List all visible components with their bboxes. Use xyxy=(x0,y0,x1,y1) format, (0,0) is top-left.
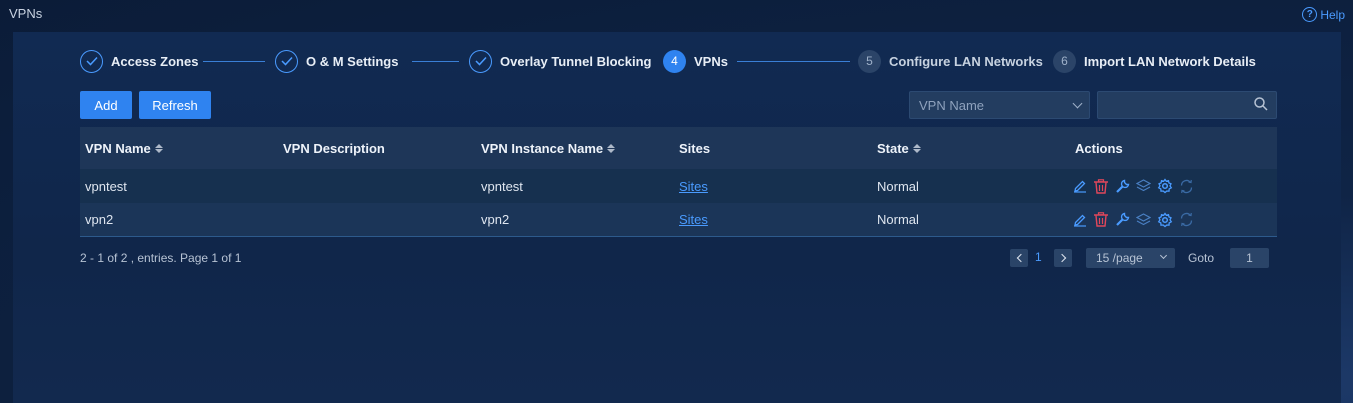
step-label: O & M Settings xyxy=(306,53,399,69)
header-label: State xyxy=(877,140,909,156)
header-label: Actions xyxy=(1075,140,1123,156)
step-access-zones[interactable]: Access Zones xyxy=(80,49,198,73)
search-field[interactable] xyxy=(1097,91,1277,119)
goto-page-input[interactable] xyxy=(1230,248,1269,268)
add-button[interactable]: Add xyxy=(80,91,132,119)
step-vpns[interactable]: 4 VPNs xyxy=(663,49,728,73)
table-header: VPN Name VPN Description VPN Instance Na… xyxy=(80,127,1277,169)
cell-vpn-name: vpn2 xyxy=(85,212,114,227)
header-label: VPN Name xyxy=(85,140,151,156)
header-label: Sites xyxy=(679,140,711,156)
row-actions xyxy=(1070,178,1268,194)
wizard-stepper: Access Zones O & M Settings Overlay Tunn… xyxy=(80,49,1280,73)
wrench-icon[interactable] xyxy=(1115,179,1130,194)
step-number: 5 xyxy=(858,49,881,73)
step-number: 6 xyxy=(1053,49,1076,73)
delete-icon[interactable] xyxy=(1093,212,1109,227)
step-connector xyxy=(737,61,850,62)
vpn-table: VPN Name VPN Description VPN Instance Na… xyxy=(80,127,1277,237)
cell-vpn-instance-name: vpn2 xyxy=(481,212,510,227)
wizard-panel: Access Zones O & M Settings Overlay Tunn… xyxy=(13,32,1341,403)
edit-icon[interactable] xyxy=(1073,213,1087,227)
step-om-settings[interactable]: O & M Settings xyxy=(275,49,398,73)
chevron-down-icon xyxy=(1159,251,1168,260)
column-header-vpn-description: VPN Description xyxy=(278,141,476,156)
table-row: vpn2 vpn2 Sites Normal xyxy=(80,203,1277,237)
column-header-sites: Sites xyxy=(674,141,872,156)
next-page-button[interactable] xyxy=(1054,249,1072,267)
step-connector xyxy=(412,61,459,62)
cell-vpn-name: vpntest xyxy=(85,178,127,194)
sort-icon[interactable] xyxy=(154,143,163,153)
check-icon xyxy=(469,49,492,73)
step-configure-lan-networks[interactable]: 5 Configure LAN Networks xyxy=(858,49,1045,73)
step-import-lan-network-details[interactable]: 6 Import LAN Network Details xyxy=(1053,49,1256,73)
gear-icon[interactable] xyxy=(1157,211,1173,228)
row-actions xyxy=(1070,211,1268,228)
sites-link[interactable]: Sites xyxy=(679,212,708,227)
pagination-summary: 2 - 1 of 2 , entries. Page 1 of 1 xyxy=(80,251,242,265)
help-icon: ? xyxy=(1302,7,1318,22)
help-link[interactable]: ? Help xyxy=(1302,7,1345,22)
chevron-left-icon xyxy=(1016,253,1025,263)
header-label: VPN Description xyxy=(283,140,385,156)
delete-icon[interactable] xyxy=(1093,178,1109,194)
check-icon xyxy=(80,49,103,73)
page-size-value: 15 /page xyxy=(1096,251,1143,265)
step-label: VPNs xyxy=(694,53,728,69)
chevron-down-icon xyxy=(1072,98,1083,109)
column-header-vpn-name[interactable]: VPN Name xyxy=(80,141,278,156)
step-label: Overlay Tunnel Blocking xyxy=(500,53,652,69)
step-overlay-tunnel-blocking[interactable]: Overlay Tunnel Blocking xyxy=(469,49,651,73)
column-header-actions: Actions xyxy=(1070,141,1268,156)
sites-link[interactable]: Sites xyxy=(679,179,708,194)
wrench-icon[interactable] xyxy=(1115,212,1130,227)
prev-page-button[interactable] xyxy=(1010,249,1028,267)
table-row: vpntest vpntest Sites Normal xyxy=(80,169,1277,203)
sort-icon[interactable] xyxy=(607,143,616,153)
column-header-state[interactable]: State xyxy=(872,141,1070,156)
edit-icon[interactable] xyxy=(1073,179,1087,193)
help-label: Help xyxy=(1320,7,1345,22)
page-size-select[interactable]: 15 /page xyxy=(1086,248,1175,268)
page-title: VPNs xyxy=(9,6,43,21)
sync-icon[interactable] xyxy=(1179,179,1194,194)
sort-icon[interactable] xyxy=(912,143,921,153)
refresh-button[interactable]: Refresh xyxy=(139,91,211,119)
step-label: Configure LAN Networks xyxy=(889,53,1043,69)
cell-state: Normal xyxy=(877,212,919,227)
layers-icon[interactable] xyxy=(1136,212,1151,227)
step-connector xyxy=(203,61,265,62)
check-icon xyxy=(275,49,298,73)
filter-select-value: VPN Name xyxy=(919,97,985,113)
goto-label: Goto xyxy=(1188,251,1215,265)
layers-icon[interactable] xyxy=(1136,179,1151,193)
filter-field-select[interactable]: VPN Name xyxy=(909,91,1090,119)
step-number: 4 xyxy=(663,49,686,73)
header-label: VPN Instance Name xyxy=(481,140,604,156)
chevron-right-icon xyxy=(1057,253,1066,263)
cell-vpn-instance-name: vpntest xyxy=(481,178,523,194)
step-label: Access Zones xyxy=(111,53,199,69)
cell-state: Normal xyxy=(877,178,919,194)
search-input[interactable] xyxy=(1098,92,1248,118)
step-label: Import LAN Network Details xyxy=(1084,53,1256,69)
page-number-current[interactable]: 1 xyxy=(1035,250,1042,264)
sync-icon[interactable] xyxy=(1179,212,1194,227)
column-header-vpn-instance-name[interactable]: VPN Instance Name xyxy=(476,141,674,156)
gear-icon[interactable] xyxy=(1157,178,1173,194)
search-icon[interactable] xyxy=(1254,97,1268,116)
